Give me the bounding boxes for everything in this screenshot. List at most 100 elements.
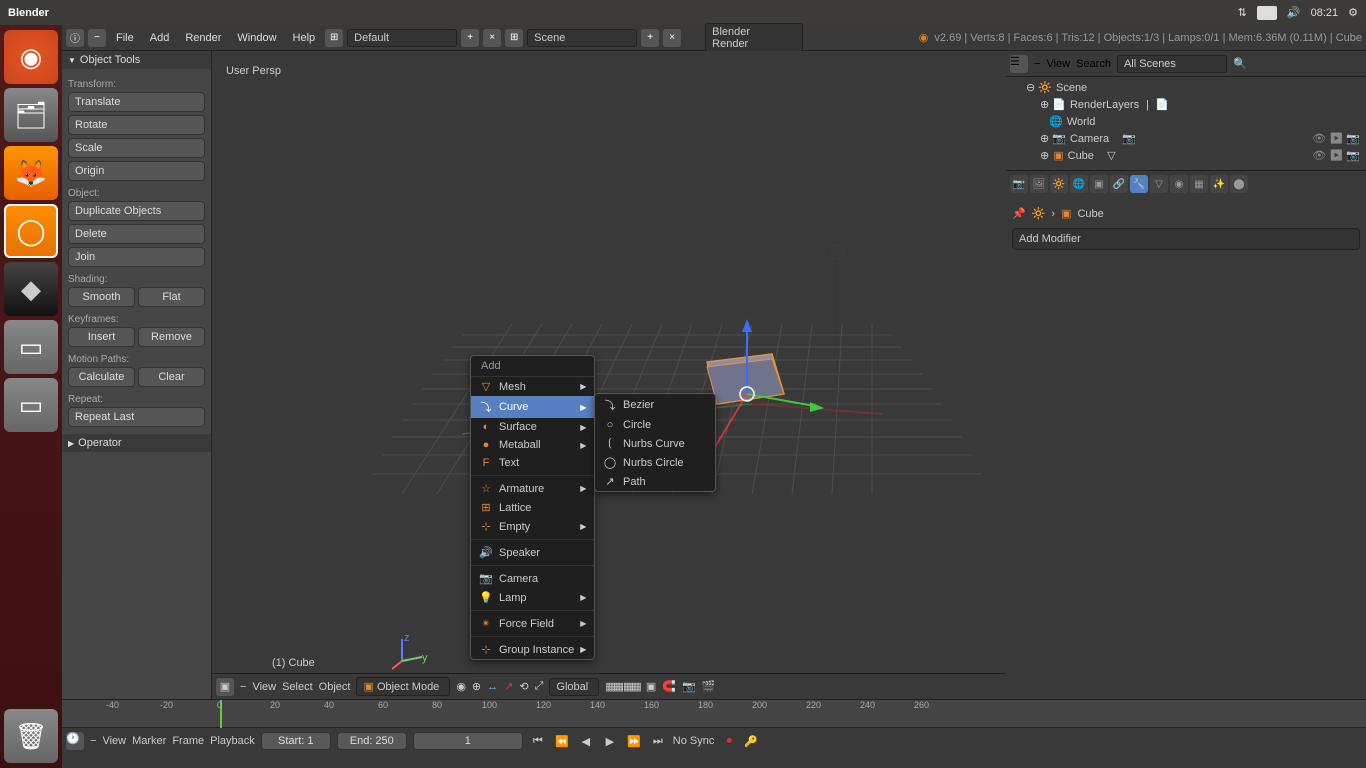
prop-tab-material[interactable]: ◉ — [1170, 175, 1188, 193]
tree-world[interactable]: 🌐 World — [1006, 113, 1366, 130]
menu-add[interactable]: Add — [144, 30, 176, 46]
disk1-icon[interactable]: ▭ — [4, 320, 58, 374]
scene-del-icon[interactable]: × — [663, 29, 681, 47]
repeat-last-button[interactable]: Repeat Last — [68, 407, 205, 427]
clock[interactable]: 08:21 — [1311, 7, 1339, 19]
inkscape-icon[interactable]: ◆ — [4, 262, 58, 316]
add-mesh[interactable]: ▽Mesh▶ — [471, 377, 594, 396]
gear-icon[interactable]: ⚙ — [1348, 6, 1358, 19]
add-curve[interactable]: ⤵Curve▶ — [471, 396, 594, 418]
lang-indicator[interactable]: En — [1257, 6, 1277, 20]
layers-grid[interactable]: ▦▦ ▦▦ — [605, 680, 640, 693]
manipulator-icon[interactable]: ↔ — [487, 681, 498, 693]
manipulator-scale-icon[interactable]: ⤢ — [535, 680, 544, 693]
menu-file[interactable]: File — [110, 30, 140, 46]
current-frame-field[interactable]: 1 — [413, 732, 523, 750]
prop-tab-physics[interactable]: ⬤ — [1230, 175, 1248, 193]
auto-keyframe-icon[interactable]: ⏺ — [720, 732, 738, 750]
curve-circle[interactable]: ○Circle — [595, 416, 715, 434]
blender-icon[interactable]: ◯ — [4, 204, 58, 258]
prop-tab-scene[interactable]: 🔆 — [1050, 175, 1068, 193]
viewport-collapse-icon[interactable]: − — [240, 681, 246, 693]
curve-nurbs[interactable]: ⟮Nurbs Curve — [595, 434, 715, 453]
prop-tab-particles[interactable]: ✨ — [1210, 175, 1228, 193]
snap-icon[interactable]: 🧲 — [662, 680, 676, 693]
add-speaker[interactable]: 🔊Speaker — [471, 543, 594, 562]
curve-path[interactable]: ↗Path — [595, 472, 715, 491]
viewport-select-menu[interactable]: Select — [282, 681, 313, 693]
network-icon[interactable]: ⇅ — [1238, 6, 1247, 19]
pivot-icon[interactable]: ⊕ — [472, 680, 481, 693]
ubuntu-dash-icon[interactable]: ◉ — [4, 30, 58, 84]
clear-button[interactable]: Clear — [138, 367, 205, 387]
keyframe-next-icon[interactable]: ⏩ — [625, 732, 643, 750]
layout-del-icon[interactable]: × — [483, 29, 501, 47]
scene-browse-icon[interactable]: ⊞ — [505, 29, 523, 47]
outliner-filter-dropdown[interactable]: All Scenes — [1117, 55, 1227, 73]
duplicate-button[interactable]: Duplicate Objects — [68, 201, 205, 221]
outliner-collapse-icon[interactable]: − — [1034, 58, 1040, 70]
sync-dropdown[interactable]: No Sync — [673, 735, 715, 747]
rotate-button[interactable]: Rotate — [68, 115, 205, 135]
add-camera[interactable]: 📷Camera — [471, 569, 594, 588]
layout-add-icon[interactable]: + — [461, 29, 479, 47]
remove-button[interactable]: Remove — [138, 327, 205, 347]
add-lamp[interactable]: 💡Lamp▶ — [471, 588, 594, 607]
start-frame-field[interactable]: Start: 1 — [261, 732, 331, 750]
play-forward-icon[interactable]: ▶ — [601, 732, 619, 750]
join-button[interactable]: Join — [68, 247, 205, 267]
sound-icon[interactable]: 🔊 — [1287, 6, 1301, 19]
layout-browse-icon[interactable]: ⊞ — [325, 29, 343, 47]
curve-nurbs-circle[interactable]: ◯Nurbs Circle — [595, 453, 715, 472]
manipulator-translate-icon[interactable]: ↗ — [504, 680, 513, 693]
disk2-icon[interactable]: ▭ — [4, 378, 58, 432]
tree-scene[interactable]: ⊖ 🔆 Scene — [1006, 79, 1366, 96]
trash-icon[interactable]: 🗑 — [4, 709, 58, 763]
operator-header[interactable]: Operator — [62, 434, 211, 452]
keying-set-icon[interactable]: 🔑 — [744, 735, 758, 748]
curve-bezier[interactable]: ⤵Bezier — [595, 394, 715, 416]
scene-add-icon[interactable]: + — [641, 29, 659, 47]
viewport-object-menu[interactable]: Object — [319, 681, 351, 693]
add-forcefield[interactable]: ✴Force Field▶ — [471, 614, 594, 633]
add-lattice[interactable]: ⊞Lattice — [471, 498, 594, 517]
add-group-instance[interactable]: ⊹Group Instance▶ — [471, 640, 594, 659]
timeline-view-menu[interactable]: View — [102, 735, 126, 747]
3d-viewport[interactable]: User Persp — [212, 51, 1006, 699]
keyframe-prev-icon[interactable]: ⏪ — [553, 732, 571, 750]
editor-type-icon[interactable]: ⓘ — [66, 29, 84, 47]
orientation-dropdown[interactable]: Global — [549, 678, 599, 696]
add-modifier-dropdown[interactable]: Add Modifier — [1012, 228, 1360, 250]
add-surface[interactable]: ◐Surface▶ — [471, 418, 594, 436]
prop-tab-layers[interactable]: 🖼 — [1030, 175, 1048, 193]
insert-button[interactable]: Insert — [68, 327, 135, 347]
prop-tab-texture[interactable]: ▦ — [1190, 175, 1208, 193]
render-preview-icon[interactable]: 📷 — [682, 680, 696, 693]
shading-sphere-icon[interactable]: ◉ — [456, 680, 466, 693]
scale-button[interactable]: Scale — [68, 138, 205, 158]
prop-tab-render[interactable]: 📷 — [1010, 175, 1028, 193]
tree-renderlayers[interactable]: ⊕ 📄 RenderLayers | 📄 — [1006, 96, 1366, 113]
tree-camera[interactable]: ⊕ 📷 Camera 📷👁 ▶ 📷 — [1006, 130, 1366, 147]
translate-button[interactable]: Translate — [68, 92, 205, 112]
jump-start-icon[interactable]: ⏮ — [529, 732, 547, 750]
timeline-collapse-icon[interactable]: − — [90, 735, 96, 747]
jump-end-icon[interactable]: ⏭ — [649, 732, 667, 750]
add-text[interactable]: FText — [471, 454, 594, 472]
scene-dropdown[interactable]: Scene — [527, 29, 637, 47]
scene-link-icon[interactable]: 🔆 — [1032, 207, 1046, 220]
calculate-button[interactable]: Calculate — [68, 367, 135, 387]
timeline-playback-menu[interactable]: Playback — [210, 735, 255, 747]
flat-button[interactable]: Flat — [138, 287, 205, 307]
manipulator-rotate-icon[interactable]: ⟲ — [519, 680, 528, 693]
delete-button[interactable]: Delete — [68, 224, 205, 244]
object-tools-header[interactable]: Object Tools — [62, 51, 211, 69]
files-icon[interactable]: 🗂 — [4, 88, 58, 142]
end-frame-field[interactable]: End: 250 — [337, 732, 407, 750]
timeline-ruler[interactable]: -40-20 020 4060 80100 120140 160180 2002… — [62, 700, 1366, 728]
outliner-editor-icon[interactable]: ☰ — [1010, 55, 1028, 73]
add-metaball[interactable]: ●Metaball▶ — [471, 436, 594, 454]
smooth-button[interactable]: Smooth — [68, 287, 135, 307]
outliner-search-menu[interactable]: Search — [1076, 58, 1111, 70]
prop-tab-object[interactable]: ▣ — [1090, 175, 1108, 193]
